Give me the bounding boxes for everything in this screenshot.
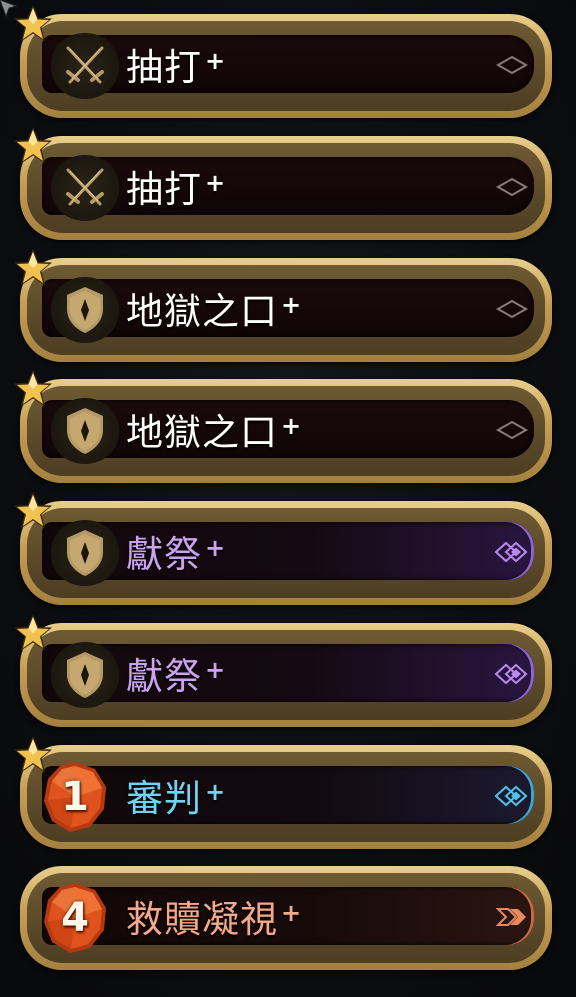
- card-name: 獻祭 +: [126, 525, 226, 577]
- rarity-epic-icon: [494, 661, 530, 687]
- shield-icon: [50, 277, 120, 343]
- card-name: 審判 +: [126, 769, 226, 821]
- card-row[interactable]: 4 救贖凝視 +: [20, 866, 552, 970]
- card-name: 地獄之口 +: [126, 282, 302, 334]
- rarity-common-icon: [494, 296, 530, 322]
- card-row[interactable]: 地獄之口 +: [14, 249, 552, 362]
- card-name-text: 地獄之口: [126, 290, 278, 333]
- star-icon: [12, 248, 54, 288]
- upgrade-plus: +: [281, 412, 303, 440]
- card-name-text: 地獄之口: [126, 411, 278, 454]
- crossed-swords-icon: [50, 155, 120, 221]
- upgrade-plus: +: [205, 169, 227, 197]
- star-icon: [12, 4, 54, 44]
- star-icon: [12, 126, 54, 166]
- card-row[interactable]: 1 審判 +: [14, 736, 552, 849]
- card-name-text: 審判: [126, 777, 202, 820]
- star-icon: [12, 613, 54, 653]
- card-name-text: 抽打: [126, 46, 202, 89]
- shield-icon: [50, 398, 120, 464]
- card-row[interactable]: 獻祭 +: [14, 614, 552, 727]
- rarity-common-icon: [494, 52, 530, 78]
- card-list: 抽打 + 抽打 + 地獄之口 + 地獄之口 + 獻祭 + 獻祭 + 1 審判 +…: [0, 0, 576, 997]
- star-icon: [12, 735, 54, 775]
- rarity-legendary-icon: [494, 904, 530, 930]
- upgrade-plus: +: [281, 291, 303, 319]
- upgrade-plus: +: [205, 778, 227, 806]
- card-name-strip: [42, 766, 534, 824]
- rarity-common-icon: [494, 417, 530, 443]
- upgrade-plus: +: [205, 534, 227, 562]
- cost-gem-icon: 4: [40, 880, 110, 956]
- upgrade-plus: +: [205, 656, 227, 684]
- upgrade-plus: +: [281, 899, 303, 927]
- card-row[interactable]: 抽打 +: [14, 5, 552, 118]
- card-name-text: 救贖凝視: [126, 898, 278, 941]
- card-name: 獻祭 +: [126, 647, 226, 699]
- card-name: 救贖凝視 +: [126, 890, 302, 942]
- card-name: 地獄之口 +: [126, 403, 302, 455]
- rarity-epic-icon: [494, 539, 530, 565]
- card-row[interactable]: 獻祭 +: [14, 492, 552, 605]
- upgrade-plus: +: [205, 47, 227, 75]
- card-name-text: 抽打: [126, 168, 202, 211]
- rarity-common-icon: [494, 174, 530, 200]
- card-cost: 4: [61, 895, 89, 941]
- star-icon: [12, 491, 54, 531]
- card-row[interactable]: 地獄之口 +: [14, 370, 552, 483]
- card-name-text: 獻祭: [126, 655, 202, 698]
- card-row[interactable]: 抽打 +: [14, 127, 552, 240]
- rarity-rare-icon: [494, 783, 530, 809]
- shield-icon: [50, 520, 120, 586]
- card-name: 抽打 +: [126, 38, 226, 90]
- shield-icon: [50, 642, 120, 708]
- card-name-text: 獻祭: [126, 533, 202, 576]
- card-name: 抽打 +: [126, 160, 226, 212]
- crossed-swords-icon: [50, 33, 120, 99]
- star-icon: [12, 369, 54, 409]
